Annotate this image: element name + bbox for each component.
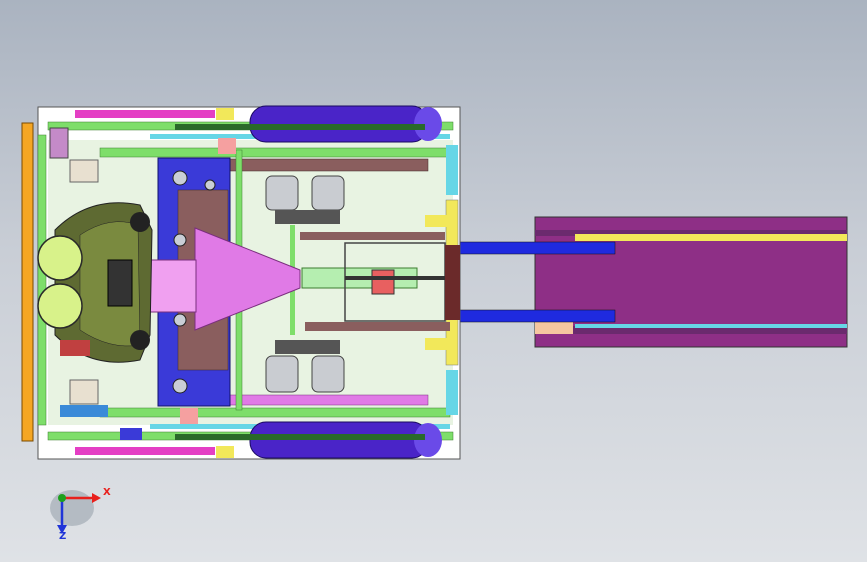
beam-brown-center-bottom (305, 322, 450, 331)
lift-dark-slot (445, 245, 460, 320)
axis-z-label: Z (59, 531, 67, 542)
motor-bottom-left (265, 355, 299, 393)
corner-yellow-top (216, 108, 234, 120)
cylinder-bottom-rod (175, 434, 425, 440)
cad-viewport[interactable]: X Z (0, 0, 867, 562)
gear-bottom (275, 340, 340, 354)
cylinder-top-rod (175, 124, 425, 130)
rail-bottom-magenta (75, 447, 215, 455)
claw-wheel-bottom (37, 283, 83, 329)
motor-top-right (311, 175, 345, 211)
right-cyan-upright-bottom (446, 370, 458, 415)
claw-roller-top (130, 212, 150, 232)
hole-5 (173, 233, 187, 247)
arm-cyan-rail-bottom (575, 324, 847, 328)
arm-yellow-rail-top (575, 234, 847, 241)
blue-block-bottom (120, 428, 142, 440)
telescoping-arm[interactable] (429, 216, 848, 348)
hole-1 (172, 170, 188, 186)
rail-top-magenta (75, 110, 215, 118)
left-orange-bracket (21, 122, 34, 442)
blue-strip-left (60, 405, 108, 417)
rail-top-green-2 (99, 147, 451, 158)
right-cyan-upright-top (446, 145, 458, 195)
lift-rod (345, 276, 445, 280)
axis-x-label: X (103, 487, 111, 498)
hole-2 (204, 179, 216, 191)
pink-mount-top (218, 138, 236, 154)
rail-bottom-green-2 (99, 407, 451, 418)
arm-peach-block (535, 322, 573, 334)
bracket-top-left (69, 159, 99, 183)
pink-motor-top (49, 127, 69, 159)
beam-brown-center-top (300, 232, 445, 240)
hole-4 (173, 313, 187, 327)
robot-model[interactable] (0, 0, 867, 562)
claw-wheel-top (37, 235, 83, 281)
motor-bottom-right (311, 355, 345, 393)
left-green-upright (37, 134, 47, 426)
beam-brown-top (219, 158, 429, 172)
corner-yellow-bottom (216, 446, 234, 458)
pink-mount-bottom (180, 408, 198, 424)
claw-dark-block (107, 259, 133, 307)
right-yellow-tab-bottom (425, 338, 455, 350)
pink-block (147, 259, 197, 313)
right-yellow-tab-top (425, 215, 455, 227)
claw-red-mount (60, 340, 90, 356)
lift-block (371, 269, 395, 295)
beam-brown-bottom (219, 394, 429, 406)
hole-3 (172, 378, 188, 394)
bracket-bottom-left (69, 379, 99, 405)
motor-top-left (265, 175, 299, 211)
gear-top (275, 210, 340, 224)
claw-roller-bottom (130, 330, 150, 350)
